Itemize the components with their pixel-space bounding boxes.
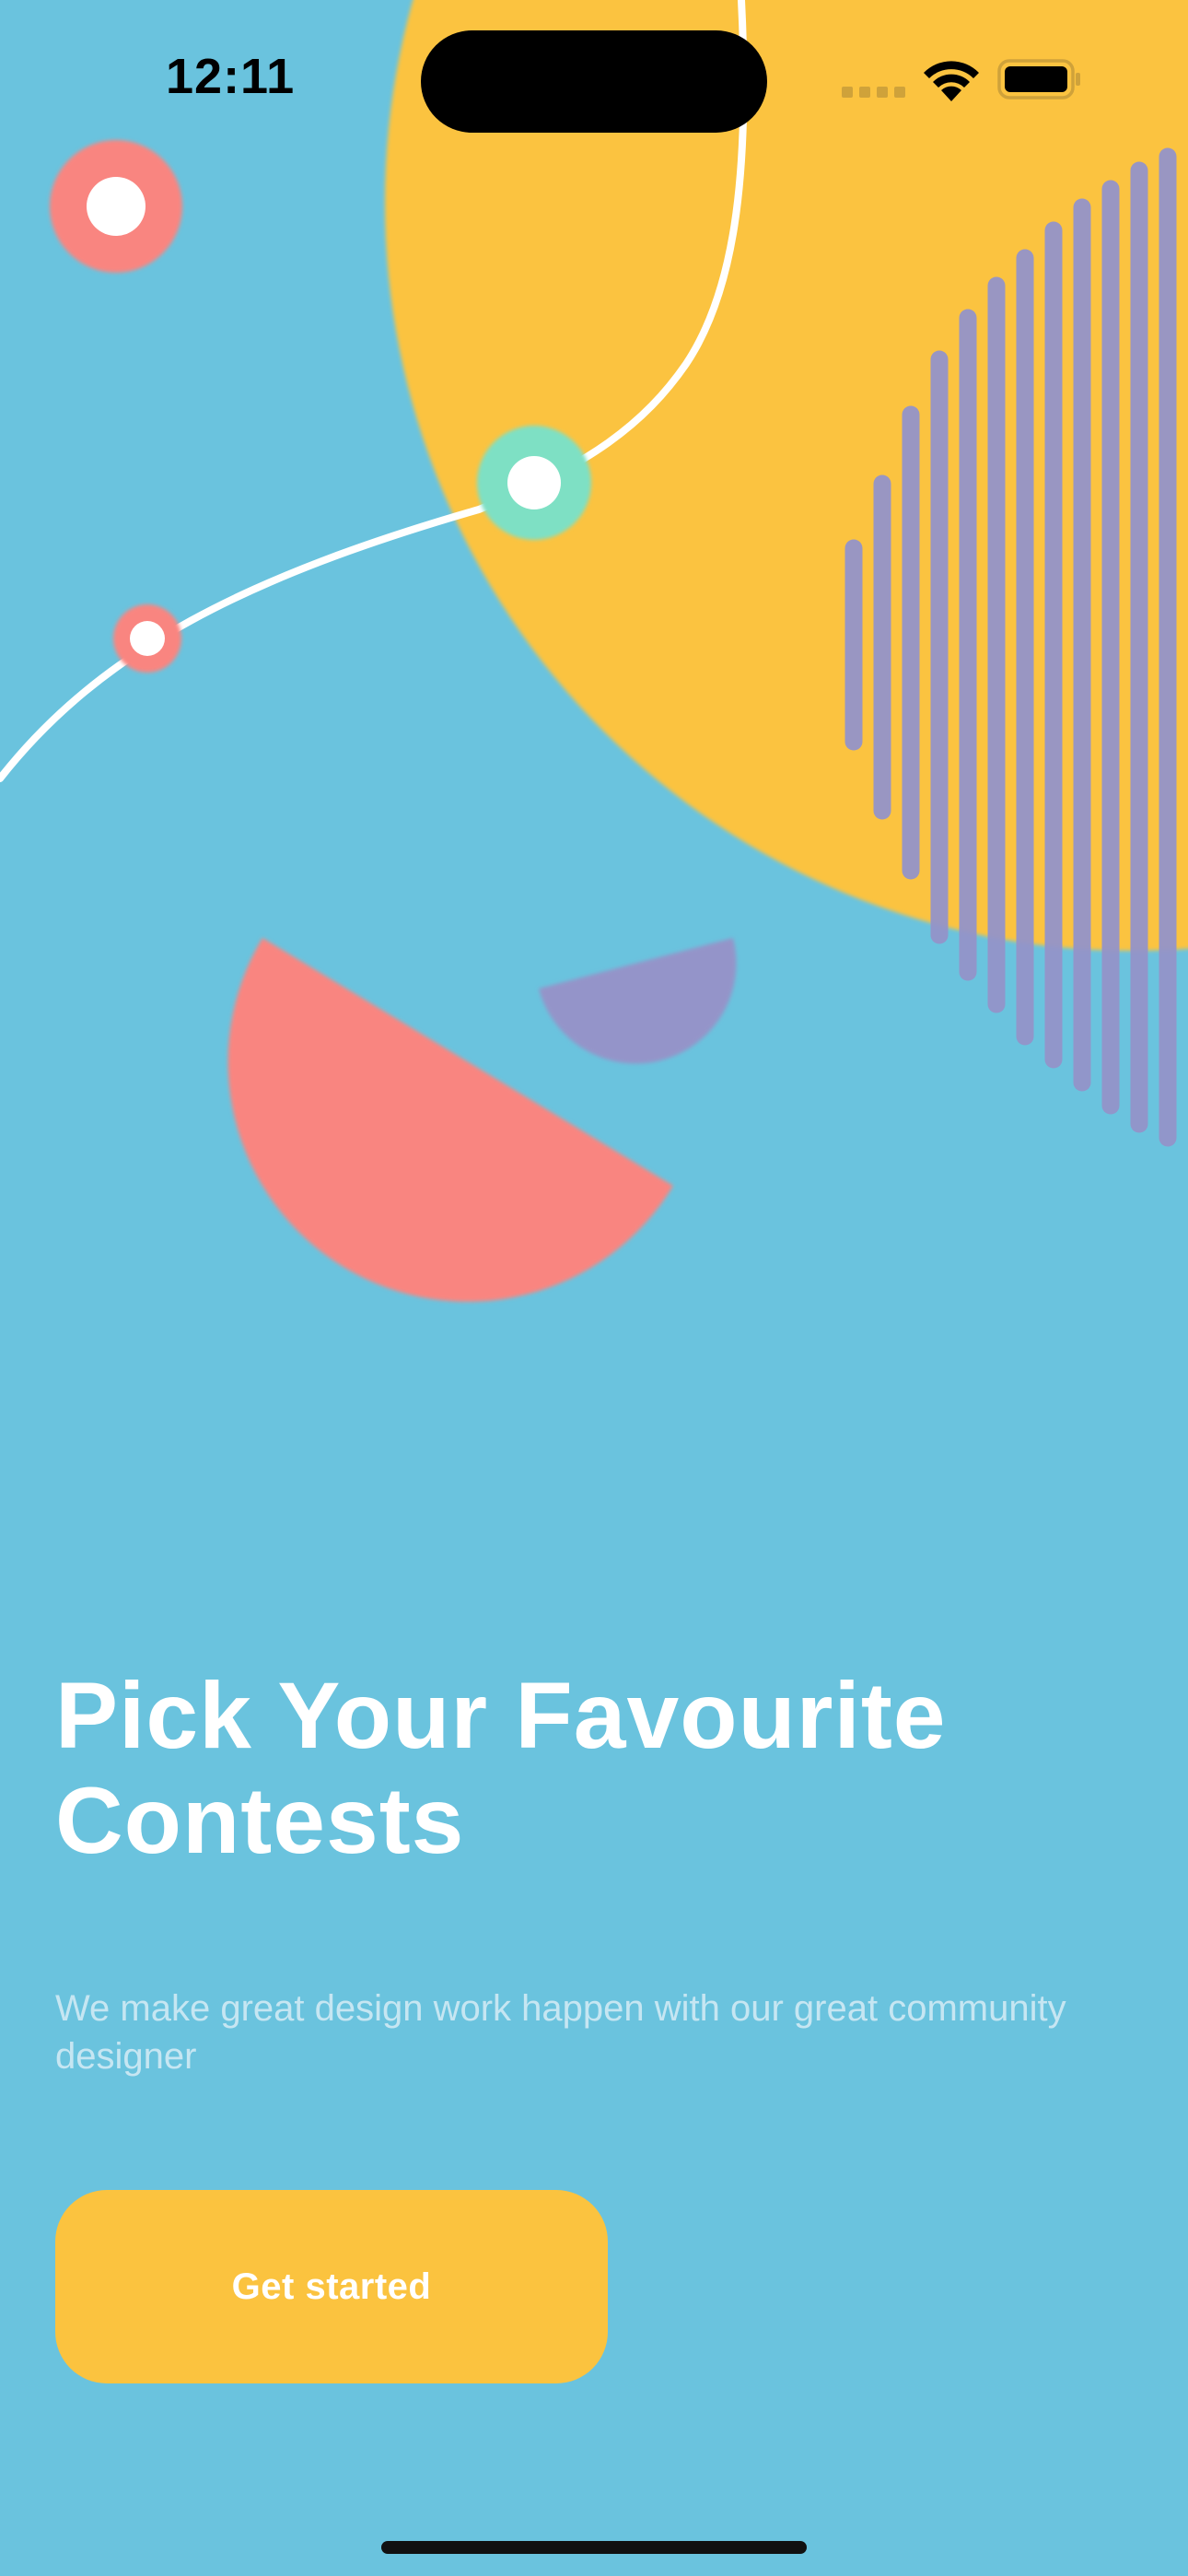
onboarding-illustration	[0, 0, 1188, 1302]
cellular-signal-icon	[842, 87, 905, 98]
mint-dot	[477, 426, 591, 540]
status-bar-time: 12:11	[166, 49, 296, 104]
coral-dot-large	[50, 140, 182, 273]
get-started-button[interactable]: Get started	[55, 2190, 608, 2383]
lavender-half-circle-shape	[539, 938, 737, 1064]
dynamic-island	[421, 30, 767, 133]
coral-dot-small	[113, 604, 181, 673]
onboarding-title: Pick Your Favourite Contests	[55, 1663, 947, 1873]
onboarding-subtitle: We make great design work happen with ou…	[55, 1988, 1066, 2077]
home-indicator[interactable]	[381, 2541, 807, 2554]
battery-icon	[997, 59, 1080, 100]
onboarding-screen: 12:11 Pick Your Favourite Contests We ma…	[0, 0, 1188, 2576]
wifi-icon	[924, 61, 979, 101]
